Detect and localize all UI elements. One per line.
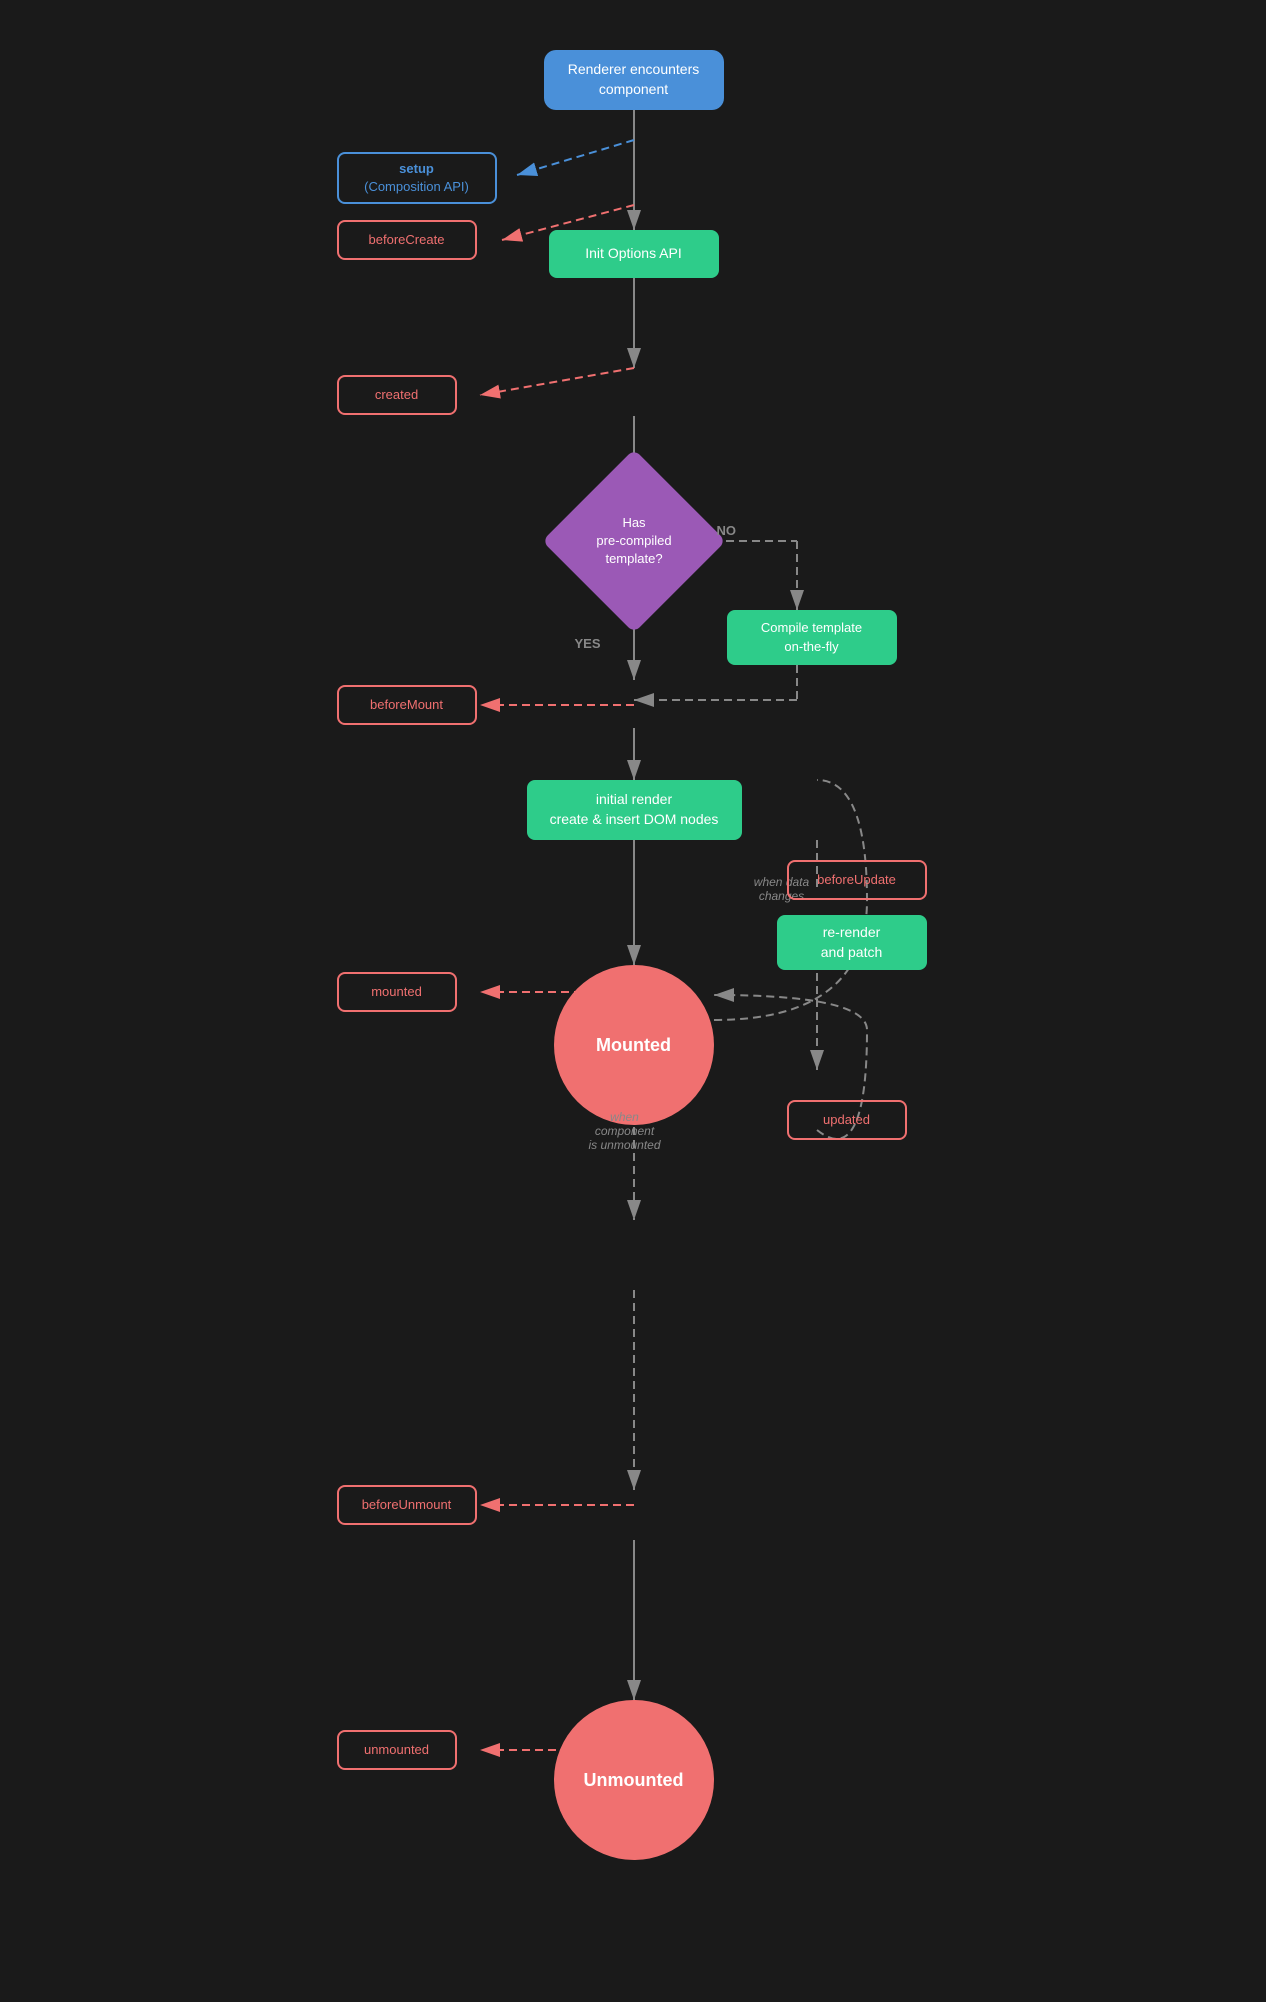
unmounted-circle: Unmounted	[554, 1700, 714, 1860]
no-label: NO	[717, 523, 737, 538]
before-unmount-box: beforeUnmount	[337, 1485, 477, 1525]
mounted-hook-box: mounted	[337, 972, 457, 1012]
before-create-box: beforeCreate	[337, 220, 477, 260]
yes-label: YES	[575, 636, 601, 651]
before-mount-box: beforeMount	[337, 685, 477, 725]
before-update-box: beforeUpdate	[787, 860, 927, 900]
lifecycle-diagram: Renderer encounters component setup(Comp…	[317, 20, 950, 1980]
updated-box: updated	[787, 1100, 907, 1140]
initial-render-box: initial rendercreate & insert DOM nodes	[527, 780, 742, 840]
init-options-box: Init Options API	[549, 230, 719, 278]
renderer-box: Renderer encounters component	[544, 50, 724, 110]
template-diamond-text: Haspre-compiledtemplate?	[562, 476, 707, 606]
created-box: created	[337, 375, 457, 415]
when-unmounted-label: whencomponentis unmounted	[575, 1110, 675, 1152]
mounted-circle: Mounted	[554, 965, 714, 1125]
setup-box: setup(Composition API)	[337, 152, 497, 204]
compile-template-box: Compile templateon-the-fly	[727, 610, 897, 665]
unmounted-hook-box: unmounted	[337, 1730, 457, 1770]
rerender-box: re-renderand patch	[777, 915, 927, 970]
setup-label: setup(Composition API)	[364, 160, 469, 196]
